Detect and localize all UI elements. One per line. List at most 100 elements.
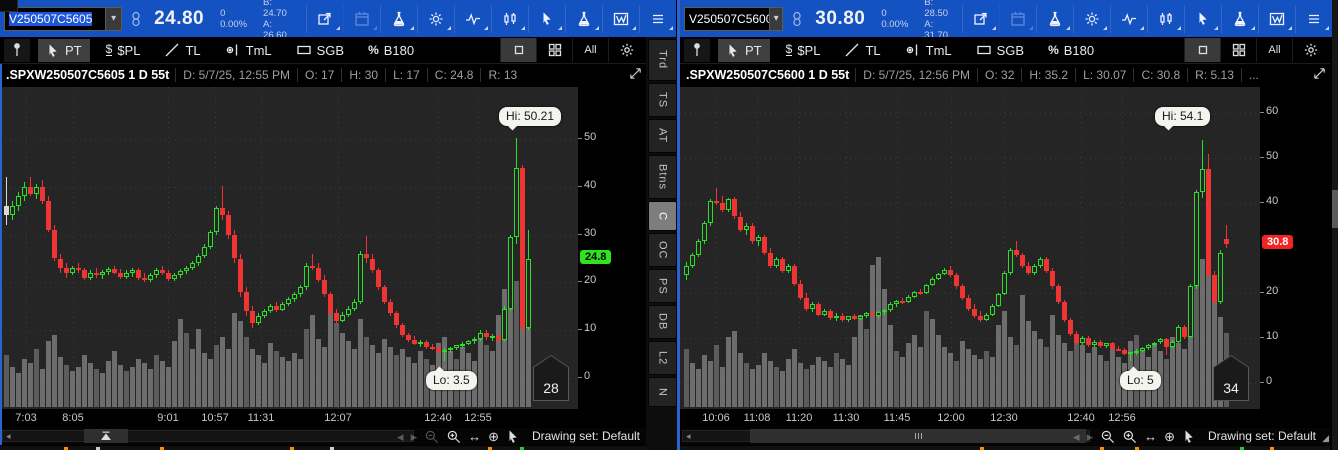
tool-tml-button[interactable]: TmL: [217, 39, 280, 62]
menu-icon[interactable]: [1295, 4, 1332, 33]
gear-icon[interactable]: [417, 4, 454, 33]
candle-body: [1008, 250, 1013, 273]
zoom-out-icon[interactable]: [1100, 429, 1115, 444]
calendar-icon[interactable]: [343, 4, 380, 33]
side-tab-n[interactable]: N: [648, 377, 677, 407]
pin-icon[interactable]: [4, 38, 30, 62]
lo-price-bubble: Lo: 3.5: [426, 371, 477, 390]
titlebar[interactable]: V250507C5605 ▾ 24.80 0 0.00% B: 24.70 A: 2…: [0, 0, 676, 41]
pan-left-icon[interactable]: ◂: [1073, 429, 1080, 444]
candle-body: [382, 287, 387, 302]
pan-right-icon[interactable]: ▸: [1087, 429, 1094, 444]
scrollbar-handle[interactable]: [750, 429, 1086, 443]
tool-sgb-button[interactable]: SGB: [288, 39, 352, 62]
tool-b180-button[interactable]: % B180: [360, 39, 422, 62]
tool-sgb-button[interactable]: SGB: [968, 39, 1032, 62]
all-button[interactable]: All: [572, 38, 608, 62]
gear-icon[interactable]: [1073, 4, 1110, 33]
cursor-tool-icon[interactable]: [1184, 4, 1221, 33]
side-tab-l2[interactable]: L2: [648, 341, 677, 375]
candle-style-icon[interactable]: [491, 4, 528, 33]
symbol-input[interactable]: V250507C5605: [4, 6, 107, 31]
flask-icon[interactable]: [1036, 4, 1073, 33]
pin-icon[interactable]: [684, 38, 710, 62]
scrollbar-handle[interactable]: [84, 429, 128, 443]
pulse-study-icon[interactable]: [1110, 4, 1147, 33]
strategy-flask-icon[interactable]: [565, 4, 602, 33]
menu-icon[interactable]: [639, 4, 676, 33]
tool-tl-button[interactable]: TL: [836, 39, 888, 62]
time-tick-label: 12:00: [937, 412, 965, 424]
zoom-in-icon[interactable]: [446, 429, 461, 444]
right-scrollbar-rail[interactable]: [1332, 0, 1338, 450]
all-button[interactable]: All: [1256, 38, 1292, 62]
symbol-link-icon[interactable]: [791, 11, 803, 27]
crosshair-icon[interactable]: ⊕: [488, 429, 499, 444]
zoom-in-icon[interactable]: [1122, 429, 1137, 444]
time-axis[interactable]: 7:03 8:05 9:01 10:57 11:31 12:07 12:40 12:55: [0, 410, 646, 428]
zoom-out-icon[interactable]: [424, 429, 439, 444]
single-layout-icon[interactable]: [1184, 38, 1220, 62]
side-tab-trd[interactable]: Trd: [648, 39, 677, 81]
grid-layout-icon[interactable]: [536, 38, 572, 62]
volume-bar: [418, 351, 423, 407]
resize-grip-icon[interactable]: ◢: [1322, 433, 1329, 444]
chart-pattern-icon[interactable]: [602, 4, 639, 33]
side-tab-at[interactable]: AT: [648, 119, 677, 153]
candle-body: [708, 200, 713, 224]
candle-body: [1176, 326, 1181, 342]
tool-b180-button[interactable]: % B180: [1040, 39, 1102, 62]
side-tab-ps[interactable]: PS: [648, 269, 677, 303]
side-tab-db[interactable]: DB: [648, 305, 677, 339]
horizontal-expand-icon[interactable]: ↔: [468, 429, 481, 444]
drawing-set-label[interactable]: Drawing set: Default: [532, 429, 640, 443]
grid-layout-icon[interactable]: [1220, 38, 1256, 62]
chart-pattern-icon[interactable]: [1258, 4, 1295, 33]
tool-tl-button[interactable]: TL: [156, 39, 208, 62]
side-tab-ts[interactable]: TS: [648, 83, 677, 117]
scroll-left-arrow-icon[interactable]: ◂: [6, 431, 11, 442]
tool-pl-button[interactable]: $ $PL: [98, 39, 149, 62]
pan-right-icon[interactable]: ▸: [411, 429, 418, 444]
side-tab-btns[interactable]: Btns: [648, 155, 677, 199]
single-layout-icon[interactable]: [500, 38, 536, 62]
drawing-set-label[interactable]: Drawing set: Default: [1208, 429, 1316, 443]
pulse-study-icon[interactable]: [454, 4, 491, 33]
right-scrollbar-thumb[interactable]: [1332, 190, 1338, 228]
symbol-input[interactable]: V250507C5600: [684, 6, 770, 31]
side-tab-c[interactable]: C: [648, 201, 677, 231]
cursor-mode-icon[interactable]: [1182, 429, 1196, 444]
scrollbar-track[interactable]: [2, 430, 414, 442]
tool-pt-button[interactable]: PT: [38, 38, 90, 62]
share-icon[interactable]: [962, 4, 999, 33]
strategy-flask-icon[interactable]: [1221, 4, 1258, 33]
tool-pl-button[interactable]: $ $PL: [778, 39, 829, 62]
symbol-link-icon[interactable]: [130, 11, 142, 27]
tool-pt-button[interactable]: PT: [718, 38, 770, 62]
settings-gear-icon[interactable]: [1292, 38, 1328, 62]
side-tab-oc[interactable]: OC: [648, 233, 677, 267]
scroll-left-arrow-icon[interactable]: ◂: [686, 431, 691, 442]
horizontal-expand-icon[interactable]: ↔: [1144, 429, 1157, 444]
maximize-chart-icon[interactable]: [628, 66, 643, 81]
cursor-mode-icon[interactable]: [506, 429, 520, 444]
cursor-tool-icon[interactable]: [528, 4, 565, 33]
pan-left-icon[interactable]: ◂: [397, 429, 404, 444]
titlebar[interactable]: V250507C5600 ▾ 30.80 0 0.00% B: 28.50 A: 3…: [680, 0, 1332, 41]
chart-area[interactable]: Hi: 50.21 Lo: 3.5 28: [0, 87, 578, 409]
chart-area[interactable]: Hi: 54.1 Lo: 5 34: [680, 87, 1260, 409]
candle-style-icon[interactable]: [1147, 4, 1184, 33]
flask-icon[interactable]: [380, 4, 417, 33]
maximize-chart-icon[interactable]: [1312, 66, 1327, 81]
settings-gear-icon[interactable]: [608, 38, 644, 62]
symbol-dropdown-button[interactable]: ▾: [769, 6, 784, 31]
price-axis[interactable]: 50 40 30 20 10 0 24.8: [578, 86, 646, 410]
time-axis[interactable]: 10:06 11:08 11:20 11:30 11:45 12:00 12:30 12:40…: [680, 410, 1330, 428]
price-axis[interactable]: 60 50 40 20 10 0 30.8: [1260, 86, 1330, 410]
crosshair-icon[interactable]: ⊕: [1164, 429, 1175, 444]
candle-body: [328, 294, 333, 314]
symbol-dropdown-button[interactable]: ▾: [106, 6, 123, 31]
tool-tml-button[interactable]: TmL: [897, 39, 960, 62]
share-icon[interactable]: [306, 4, 343, 33]
calendar-icon[interactable]: [999, 4, 1036, 33]
